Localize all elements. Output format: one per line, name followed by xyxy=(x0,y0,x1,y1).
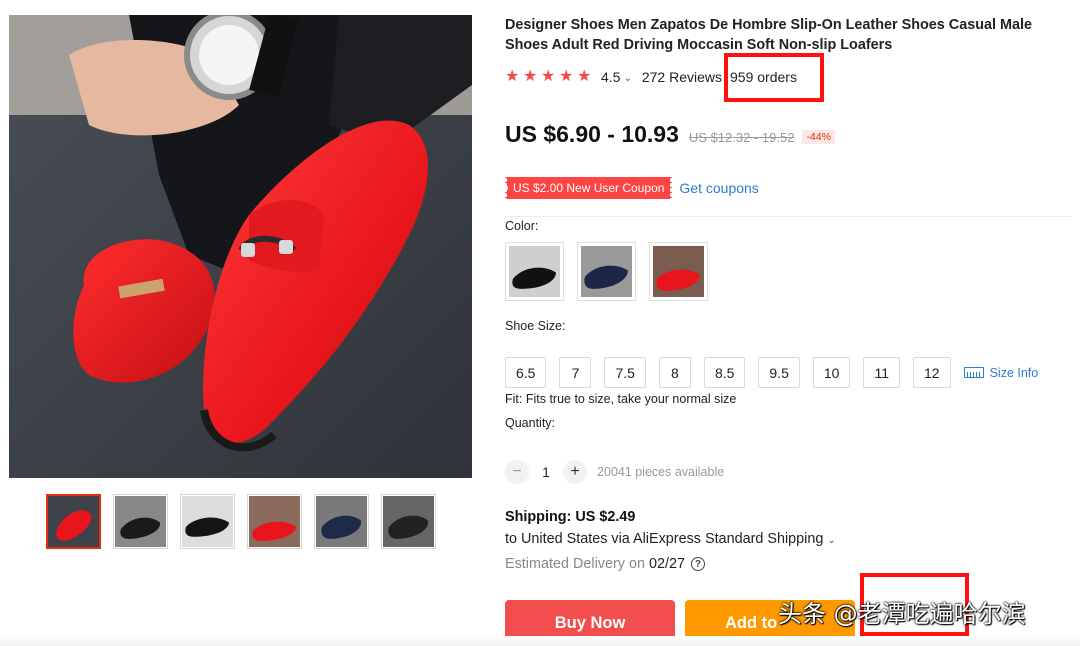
star-icon: ★ xyxy=(559,68,574,85)
size-option-6.5[interactable]: 6.5 xyxy=(505,357,547,388)
size-option-10[interactable]: 10 xyxy=(812,357,851,388)
annotation-box-orders xyxy=(724,53,824,102)
size-info-link[interactable]: Size Info xyxy=(963,365,1039,380)
size-option-11[interactable]: 11 xyxy=(863,357,900,388)
star-icon: ★ xyxy=(523,68,538,85)
shipping-destination-text: to United States via AliExpress Standard… xyxy=(505,531,824,547)
coupon-row: US $2.00 New User Coupon Get coupons xyxy=(502,177,759,199)
price-row: US $6.90 - 10.93 US $12.32 - 19.52 -44% xyxy=(505,121,835,148)
color-label: Color: xyxy=(505,219,539,233)
size-info-label: Size Info xyxy=(989,365,1039,380)
estimated-delivery-label: Estimated Delivery on xyxy=(505,556,645,572)
thumbnail-4[interactable] xyxy=(247,494,302,549)
shoe-size-label: Shoe Size: xyxy=(505,319,566,333)
thumbnail-strip xyxy=(46,494,436,549)
shipping-destination[interactable]: to United States via AliExpress Standard… xyxy=(505,531,836,547)
chevron-down-icon[interactable]: ⌄ xyxy=(623,73,631,84)
chevron-down-icon: ⌄ xyxy=(827,535,836,546)
size-option-9.5[interactable]: 9.5 xyxy=(758,357,800,388)
current-price: US $6.90 - 10.93 xyxy=(505,121,679,147)
quantity-value[interactable]: 1 xyxy=(529,464,563,480)
minus-icon[interactable]: − xyxy=(505,460,529,484)
quantity-stepper: − 1 + 20041 pieces available xyxy=(505,460,724,484)
ruler-icon xyxy=(963,367,984,378)
size-options: 6.5 7 7.5 8 8.5 9.5 10 11 12 Size Info xyxy=(505,357,1038,388)
plus-icon[interactable]: + xyxy=(563,460,587,484)
discount-badge: -44% xyxy=(802,130,835,144)
color-options xyxy=(505,242,708,301)
color-option-red[interactable] xyxy=(649,242,708,301)
rating-value[interactable]: 4.5 xyxy=(601,69,620,85)
pieces-available: 20041 pieces available xyxy=(597,465,725,479)
estimated-delivery-date: 02/27 xyxy=(648,556,685,572)
thumbnail-6[interactable] xyxy=(381,494,436,549)
size-option-12[interactable]: 12 xyxy=(913,357,951,388)
reviews-link[interactable]: 272 Reviews xyxy=(642,69,722,85)
shipping-cost: Shipping: US $2.49 xyxy=(505,509,636,525)
star-icon: ★ xyxy=(505,68,520,85)
quantity-label: Quantity: xyxy=(505,416,556,430)
thumbnail-1[interactable] xyxy=(46,494,101,549)
get-coupons-link[interactable]: Get coupons xyxy=(679,180,758,196)
star-icon: ★ xyxy=(577,68,592,85)
color-option-navy[interactable] xyxy=(577,242,636,301)
watermark: 头条 @老潭吃遍哈尔滨 xyxy=(778,600,1026,628)
product-title: Designer Shoes Men Zapatos De Hombre Sli… xyxy=(505,17,1032,53)
new-user-coupon-tag: US $2.00 New User Coupon xyxy=(502,177,675,199)
help-circle-icon[interactable]: ? xyxy=(690,557,705,571)
size-option-8.5[interactable]: 8.5 xyxy=(703,357,746,388)
star-icon: ★ xyxy=(541,68,556,85)
estimated-delivery: Estimated Delivery on 02/27 ? xyxy=(505,556,705,572)
size-option-7.5[interactable]: 7.5 xyxy=(604,357,646,388)
product-info-panel: Designer Shoes Men Zapatos De Hombre Sli… xyxy=(502,15,1075,646)
color-option-black[interactable] xyxy=(505,242,564,301)
fit-note: Fit: Fits true to size, take your normal… xyxy=(505,392,737,406)
thumbnail-3[interactable] xyxy=(180,494,235,549)
size-option-8[interactable]: 8 xyxy=(658,357,691,388)
size-option-7[interactable]: 7 xyxy=(559,357,592,388)
thumbnail-2[interactable] xyxy=(113,494,168,549)
divider xyxy=(505,216,1072,217)
thumbnail-5[interactable] xyxy=(314,494,369,549)
bottom-shade xyxy=(0,636,1080,646)
star-rating: ★ ★ ★ ★ ★ xyxy=(505,69,593,85)
original-price: US $12.32 - 19.52 xyxy=(688,130,795,145)
main-product-image[interactable] xyxy=(9,15,472,478)
